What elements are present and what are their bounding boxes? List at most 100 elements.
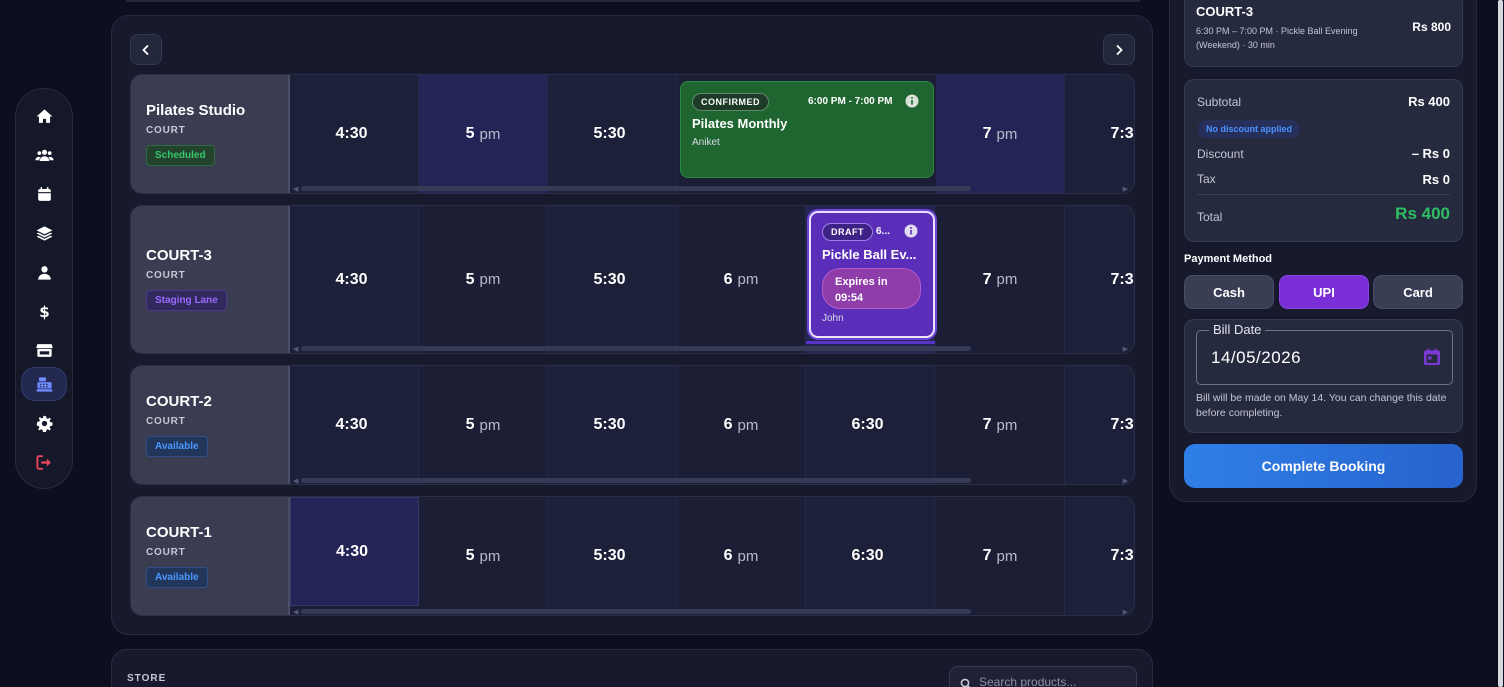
bill-date-value[interactable]: 14/05/2026 [1211, 348, 1301, 368]
next-button[interactable] [1103, 34, 1135, 65]
booking-card-confirmed[interactable]: CONFIRMED 6:00 PM - 7:00 PM Pilates Mont… [680, 81, 934, 178]
total-value: Rs 400 [1395, 204, 1450, 223]
time-slot[interactable]: 7 pm [936, 75, 1065, 193]
time-slot[interactable]: 5:30 [548, 75, 677, 193]
horizontal-scrollbar[interactable]: ◀ ▶ [293, 345, 1128, 353]
calendar-picker-icon[interactable] [1422, 347, 1442, 367]
scroll-right-icon[interactable]: ▶ [1123, 185, 1128, 193]
time-slot[interactable]: 4:30 [290, 206, 419, 353]
time-slot[interactable]: 6 pm [677, 497, 806, 615]
time-slot[interactable]: 7:30 [1065, 206, 1134, 353]
horizontal-scrollbar[interactable]: ◀ ▶ [293, 185, 1128, 193]
court-info: COURT-3 COURT Staging Lane [131, 206, 290, 353]
info-icon[interactable] [904, 224, 918, 238]
horizontal-scrollbar[interactable]: ◀ ▶ [293, 477, 1128, 484]
payment-upi-button[interactable]: UPI [1279, 275, 1369, 309]
time-slot[interactable]: 4:30 [290, 366, 419, 484]
nav-logout[interactable] [21, 445, 67, 479]
nav-users[interactable] [21, 138, 67, 172]
svg-text:$: $ [39, 303, 49, 321]
time-slot[interactable]: 5 pm [419, 497, 548, 615]
slot-time: 5:30 [593, 547, 626, 564]
search-icon [960, 678, 971, 687]
nav-calendar[interactable] [21, 177, 67, 211]
scroll-right-icon[interactable]: ▶ [1123, 608, 1128, 615]
scroll-thumb[interactable] [301, 186, 971, 191]
info-icon[interactable] [905, 94, 919, 108]
calendar-icon [37, 186, 51, 201]
time-slot[interactable]: 7 pm [936, 206, 1065, 353]
time-slot[interactable]: 5:30 [548, 206, 677, 353]
nav-home[interactable] [21, 99, 67, 133]
page-scrollbar[interactable] [1498, 0, 1503, 687]
bill-date-field[interactable]: Bill Date 14/05/2026 [1196, 322, 1453, 385]
court-name: COURT-2 [146, 393, 212, 410]
time-slot[interactable]: 6:30 [806, 497, 935, 615]
search-input[interactable] [979, 675, 1129, 687]
slot-time: 6 [723, 416, 733, 433]
slot-time: 4:30 [335, 125, 368, 142]
expires-label: Expires in [835, 276, 888, 288]
time-slot[interactable]: 7:30 [1065, 366, 1134, 484]
scroll-thumb[interactable] [301, 346, 971, 351]
scroll-right-icon[interactable]: ▶ [1123, 345, 1128, 353]
slot-time: 5:30 [593, 416, 626, 433]
time-slot[interactable]: 6:30 [806, 366, 935, 484]
user-icon [37, 265, 51, 280]
nav-profile[interactable] [21, 255, 67, 289]
payment-card-button[interactable]: Card [1373, 275, 1463, 309]
slot-unit: pm [996, 547, 1018, 565]
time-slot[interactable]: 5:30 [548, 497, 677, 615]
bill-date-note: Bill will be made on May 14. You can cha… [1196, 392, 1447, 419]
prev-button[interactable] [130, 34, 162, 65]
booking-card-draft[interactable]: DRAFT 6... Pickle Ball Ev... Expires in … [809, 211, 935, 338]
time-slot[interactable]: 5 pm [419, 366, 548, 484]
cash-register-icon [36, 376, 52, 392]
checkout-panel: COURT-3 6:30 PM – 7:00 PM · Pickle Ball … [1169, 0, 1477, 502]
time-slot[interactable]: 7 pm [936, 497, 1065, 615]
booking-customer: Aniket [692, 137, 720, 148]
slot-unit: pm [737, 416, 759, 434]
slot-time: 6 [723, 270, 733, 288]
cart-item-name: COURT-3 [1196, 4, 1254, 19]
product-search[interactable] [949, 666, 1137, 687]
top-divider [126, 0, 1140, 2]
time-slot[interactable]: 4:30 [290, 75, 419, 193]
complete-booking-button[interactable]: Complete Booking [1184, 444, 1463, 488]
scroll-right-icon[interactable]: ▶ [1123, 477, 1128, 484]
cart-item-desc: 6:30 PM – 7:00 PM · Pickle Ball Evening … [1196, 26, 1358, 50]
scroll-thumb[interactable] [301, 609, 971, 614]
scroll-left-icon[interactable]: ◀ [293, 185, 298, 193]
horizontal-scrollbar[interactable]: ◀ ▶ [293, 608, 1128, 615]
scroll-thumb[interactable] [301, 478, 971, 483]
time-slot[interactable]: 7 pm [936, 366, 1065, 484]
court-type: COURT [146, 416, 186, 427]
slot-time: 5 [465, 270, 475, 288]
scroll-left-icon[interactable]: ◀ [293, 477, 298, 484]
time-slot[interactable]: 7:30 [1065, 497, 1134, 615]
nav-store[interactable] [21, 333, 67, 367]
scroll-left-icon[interactable]: ◀ [293, 608, 298, 615]
slot-time: 6 [723, 547, 733, 564]
nav-layers[interactable] [21, 216, 67, 250]
cart-item: COURT-3 6:30 PM – 7:00 PM · Pickle Ball … [1184, 0, 1463, 67]
court-name: Pilates Studio [146, 102, 246, 119]
summary-divider [1197, 194, 1450, 195]
time-slot[interactable]: 5:30 [548, 366, 677, 484]
time-slot[interactable]: 7:30 [1065, 75, 1134, 193]
nav-pos[interactable] [21, 367, 67, 401]
payment-method-label: Payment Method [1184, 253, 1273, 265]
court-row-court-2: COURT-2 COURT Available 4:30 5 pm 5:30 6p… [130, 365, 1135, 485]
time-slot[interactable]: 6 pm [677, 366, 806, 484]
time-slot[interactable]: 5 pm [419, 206, 548, 353]
discount-badge[interactable]: No discount applied [1198, 120, 1301, 138]
booking-time: 6... [876, 226, 890, 237]
dollar-icon: $ [39, 303, 49, 321]
time-slot[interactable]: 6 pm [677, 206, 806, 353]
time-slot[interactable]: 4:30 [290, 497, 419, 606]
nav-finance[interactable]: $ [21, 294, 67, 328]
nav-settings[interactable] [21, 406, 67, 440]
scroll-left-icon[interactable]: ◀ [293, 345, 298, 353]
time-slot[interactable]: 5 pm [419, 75, 548, 193]
payment-cash-button[interactable]: Cash [1184, 275, 1274, 309]
